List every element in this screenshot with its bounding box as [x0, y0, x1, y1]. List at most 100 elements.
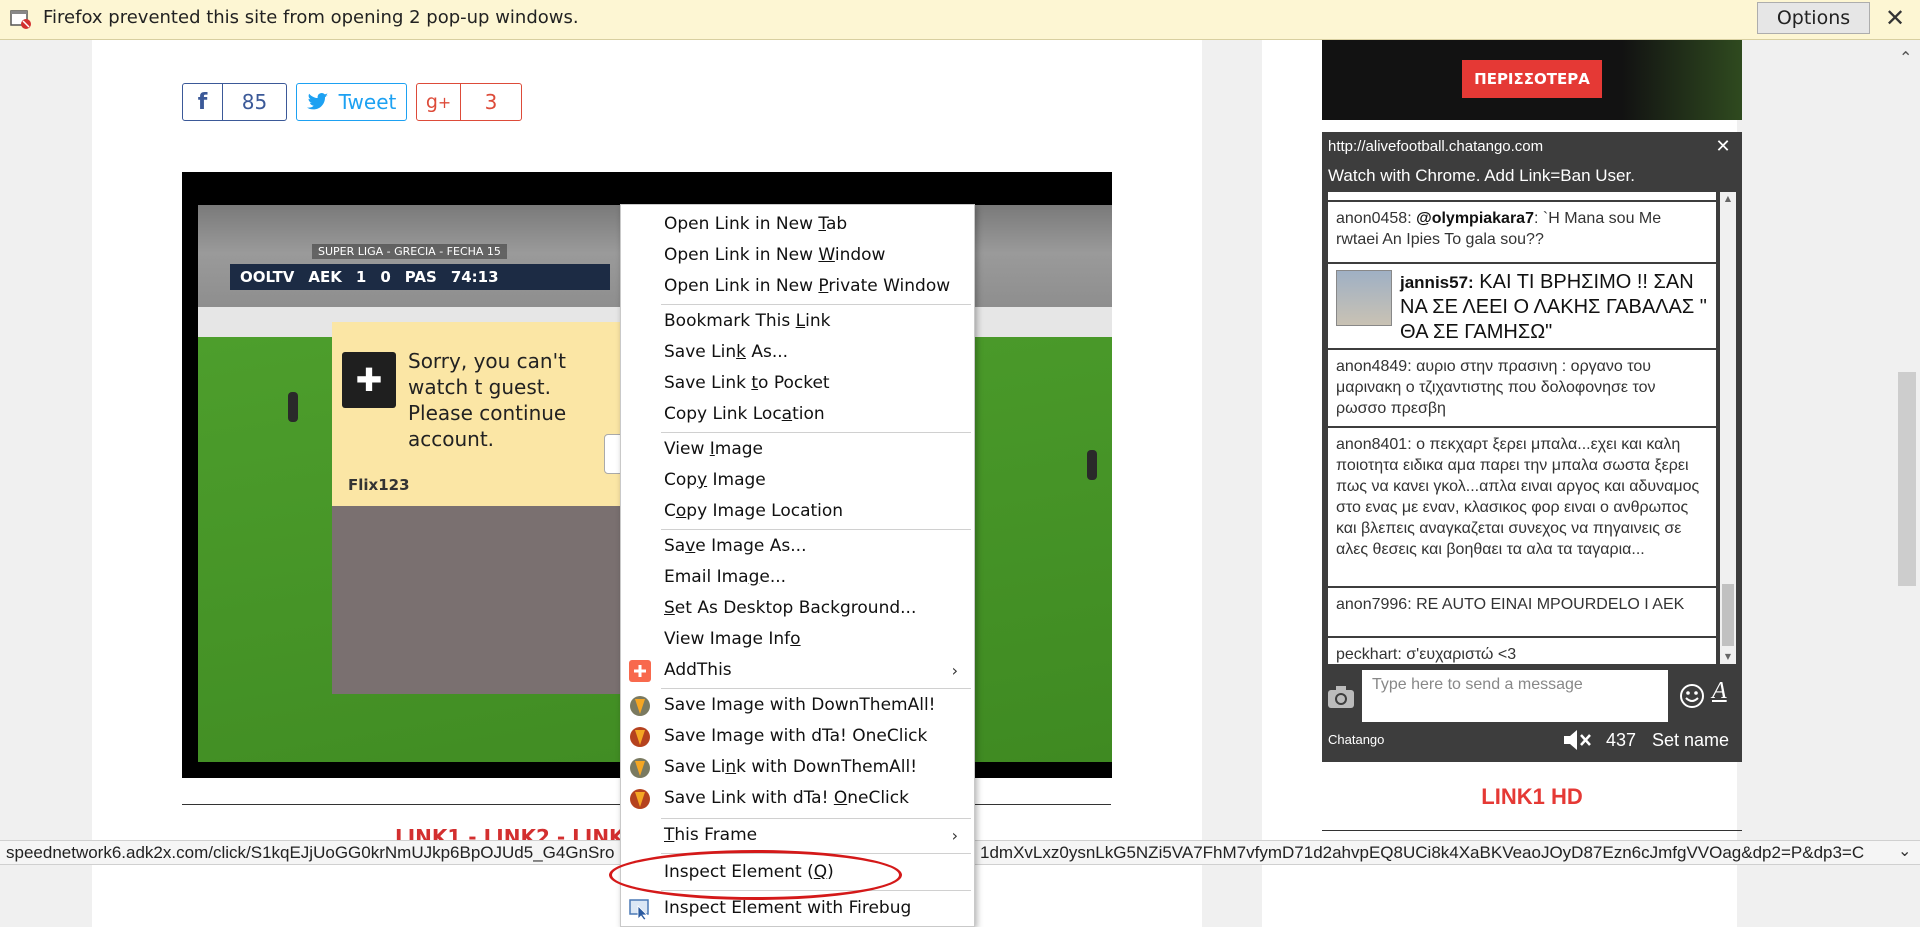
- menu-save-link-as[interactable]: Save Link As...: [621, 337, 974, 368]
- divider: [1322, 830, 1742, 831]
- menu-view-image[interactable]: View Image: [621, 434, 974, 465]
- menu-separator: [661, 432, 971, 433]
- menu-open-link-new-window[interactable]: Open Link in New Window: [621, 240, 974, 271]
- chat-username[interactable]: jannis57:: [1400, 273, 1474, 292]
- menu-view-image-info[interactable]: View Image Info: [621, 624, 974, 655]
- menu-label: his Frame: [674, 825, 758, 845]
- menu-addthis[interactable]: AddThis ›: [621, 655, 974, 686]
- chat-message-input[interactable]: Type here to send a message: [1362, 670, 1668, 722]
- close-notification-icon[interactable]: ✕: [1882, 4, 1908, 32]
- login-required-popup: ✚ Sorry, you can't watch t guest. Please…: [332, 322, 622, 694]
- chatango-brand[interactable]: Chatango: [1328, 732, 1384, 747]
- menu-label: Save Lin: [664, 342, 737, 362]
- link1-hd[interactable]: LINK1 HD: [1322, 784, 1742, 810]
- menu-save-image-as[interactable]: Save Image As...: [621, 531, 974, 562]
- chat-url[interactable]: http://alivefootball.chatango.com: [1328, 138, 1543, 155]
- dta-oneclick-icon: [630, 727, 650, 747]
- menu-copy-image-location[interactable]: Copy Image Location: [621, 496, 974, 527]
- chat-message: peckhart: σ'ευχαριστώ <3: [1328, 636, 1716, 664]
- facebook-share-button[interactable]: f 85: [182, 83, 287, 121]
- chat-username[interactable]: anon7996:: [1336, 596, 1412, 613]
- set-name-button[interactable]: Set name: [1652, 730, 1729, 751]
- menu-label: rivate Window: [828, 276, 951, 296]
- popup-username: Flix123: [348, 476, 410, 494]
- options-button[interactable]: Options: [1757, 2, 1870, 34]
- scroll-up-icon[interactable]: ▲: [1720, 192, 1736, 206]
- menu-label: Cop: [664, 470, 698, 490]
- chevron-down-icon[interactable]: ⌄: [1898, 841, 1911, 861]
- menu-label: indow: [834, 245, 886, 265]
- chat-mention[interactable]: @olympiakara7: [1416, 210, 1534, 227]
- menu-copy-link-location[interactable]: Copy Link Location: [621, 399, 974, 430]
- popup-blocked-icon: [10, 10, 31, 29]
- menu-save-link-dta-oneclick[interactable]: Save Link with dTa! OneClick: [621, 783, 974, 814]
- menu-save-image-dta-oneclick[interactable]: Save Image with dTa! OneClick: [621, 721, 974, 752]
- menu-label: e Image As...: [695, 536, 807, 556]
- chat-username[interactable]: anon0458:: [1336, 210, 1412, 227]
- text-format-icon[interactable]: A: [1712, 678, 1727, 705]
- page-scroll-thumb[interactable]: [1898, 372, 1916, 586]
- menu-save-image-downthemall[interactable]: Save Image with DownThemAll!: [621, 690, 974, 721]
- avatar[interactable]: [1336, 270, 1392, 326]
- menu-label: Sa: [664, 536, 686, 556]
- menu-accesskey: L: [795, 311, 806, 331]
- menu-open-link-new-tab[interactable]: Open Link in New Tab: [621, 209, 974, 240]
- tweet-label: Tweet: [338, 90, 397, 114]
- away-score: 0: [380, 268, 391, 286]
- menu-set-desktop-background[interactable]: Set As Desktop Background...: [621, 593, 974, 624]
- menu-email-image[interactable]: Email Image...: [621, 562, 974, 593]
- chat-text: RE AUTO EINAI MPOURDELO I AEK: [1411, 596, 1685, 613]
- chat-username[interactable]: anon4849:: [1336, 358, 1412, 375]
- menu-label: Save Link: [664, 373, 752, 393]
- camera-icon[interactable]: [1326, 682, 1356, 712]
- chat-scrollbar[interactable]: ▲ ▼: [1720, 192, 1736, 664]
- facebook-share-count: 85: [241, 90, 268, 114]
- popup-message: Sorry, you can't watch t guest. Please c…: [408, 349, 567, 451]
- scoreboard: OOLTV AEK 1 0 PAS 74:13: [230, 264, 610, 290]
- away-team: PAS: [404, 268, 437, 286]
- chat-username[interactable]: peckhart:: [1336, 646, 1402, 663]
- menu-label: C: [664, 501, 676, 521]
- scroll-down-icon[interactable]: ▼: [1720, 650, 1736, 664]
- more-button[interactable]: ΠΕΡΙΣΣΟΤΕΡΑ: [1462, 60, 1602, 98]
- menu-accesskey: P: [818, 276, 829, 296]
- mute-speaker-icon[interactable]: [1562, 728, 1592, 752]
- channel-logo: OOLTV: [240, 268, 295, 286]
- page-scrollbar[interactable]: ⌃: [1894, 40, 1920, 840]
- google-plus-share-button[interactable]: g + 3: [416, 83, 522, 121]
- menu-save-link-to-pocket[interactable]: Save Link to Pocket: [621, 368, 974, 399]
- menu-accesskey: y: [697, 470, 708, 490]
- context-menu: Open Link in New Tab Open Link in New Wi…: [620, 204, 975, 927]
- emoticon-icon[interactable]: [1678, 682, 1706, 710]
- menu-save-link-downthemall[interactable]: Save Link with DownThemAll!: [621, 752, 974, 783]
- menu-open-link-private-window[interactable]: Open Link in New Private Window: [621, 271, 974, 302]
- popup-message-box: ✚ Sorry, you can't watch t guest. Please…: [332, 322, 622, 506]
- menu-this-frame[interactable]: This Frame ›: [621, 820, 974, 851]
- chat-text: ο πεκχαρτ ξερει μπαλα...εχει και καλη πο…: [1336, 436, 1700, 558]
- menu-bookmark-link[interactable]: Bookmark This Link: [621, 306, 974, 337]
- highlight-annotation: [609, 850, 902, 900]
- menu-label: k with DownThemAll!: [736, 757, 918, 777]
- menu-label: e...: [759, 567, 787, 587]
- menu-accesskey: T: [664, 825, 675, 845]
- menu-accesskey: o: [675, 501, 687, 521]
- menu-copy-image[interactable]: Copy Image: [621, 465, 974, 496]
- sidebar-banner[interactable]: ΠΕΡΙΣΣΟΤΕΡΑ: [1322, 40, 1742, 120]
- chat-username[interactable]: anon8401:: [1336, 436, 1412, 453]
- chat-close-icon[interactable]: ✕: [1712, 136, 1734, 157]
- menu-label: Open Link in New: [664, 245, 819, 265]
- facebook-icon: f: [183, 84, 223, 120]
- player-figure: [288, 392, 298, 422]
- chevron-up-icon[interactable]: ⌃: [1899, 48, 1915, 67]
- menu-accesskey: O: [833, 788, 848, 808]
- menu-separator: [661, 688, 971, 689]
- tweet-button[interactable]: Tweet: [296, 83, 407, 121]
- status-url-left: speednetwork6.adk2x.com/click/S1kqEJjUoG…: [6, 843, 615, 862]
- twitter-bird-icon: [306, 93, 328, 110]
- menu-label: Save Image with DownThemAll!: [664, 695, 936, 715]
- home-team: AEK: [308, 268, 342, 286]
- scroll-thumb[interactable]: [1722, 584, 1734, 646]
- plugin-puzzle-icon: ✚: [342, 352, 396, 408]
- menu-label: et As Desktop Background...: [674, 598, 917, 618]
- menu-label: Save Image with dTa! OneClick: [664, 726, 928, 746]
